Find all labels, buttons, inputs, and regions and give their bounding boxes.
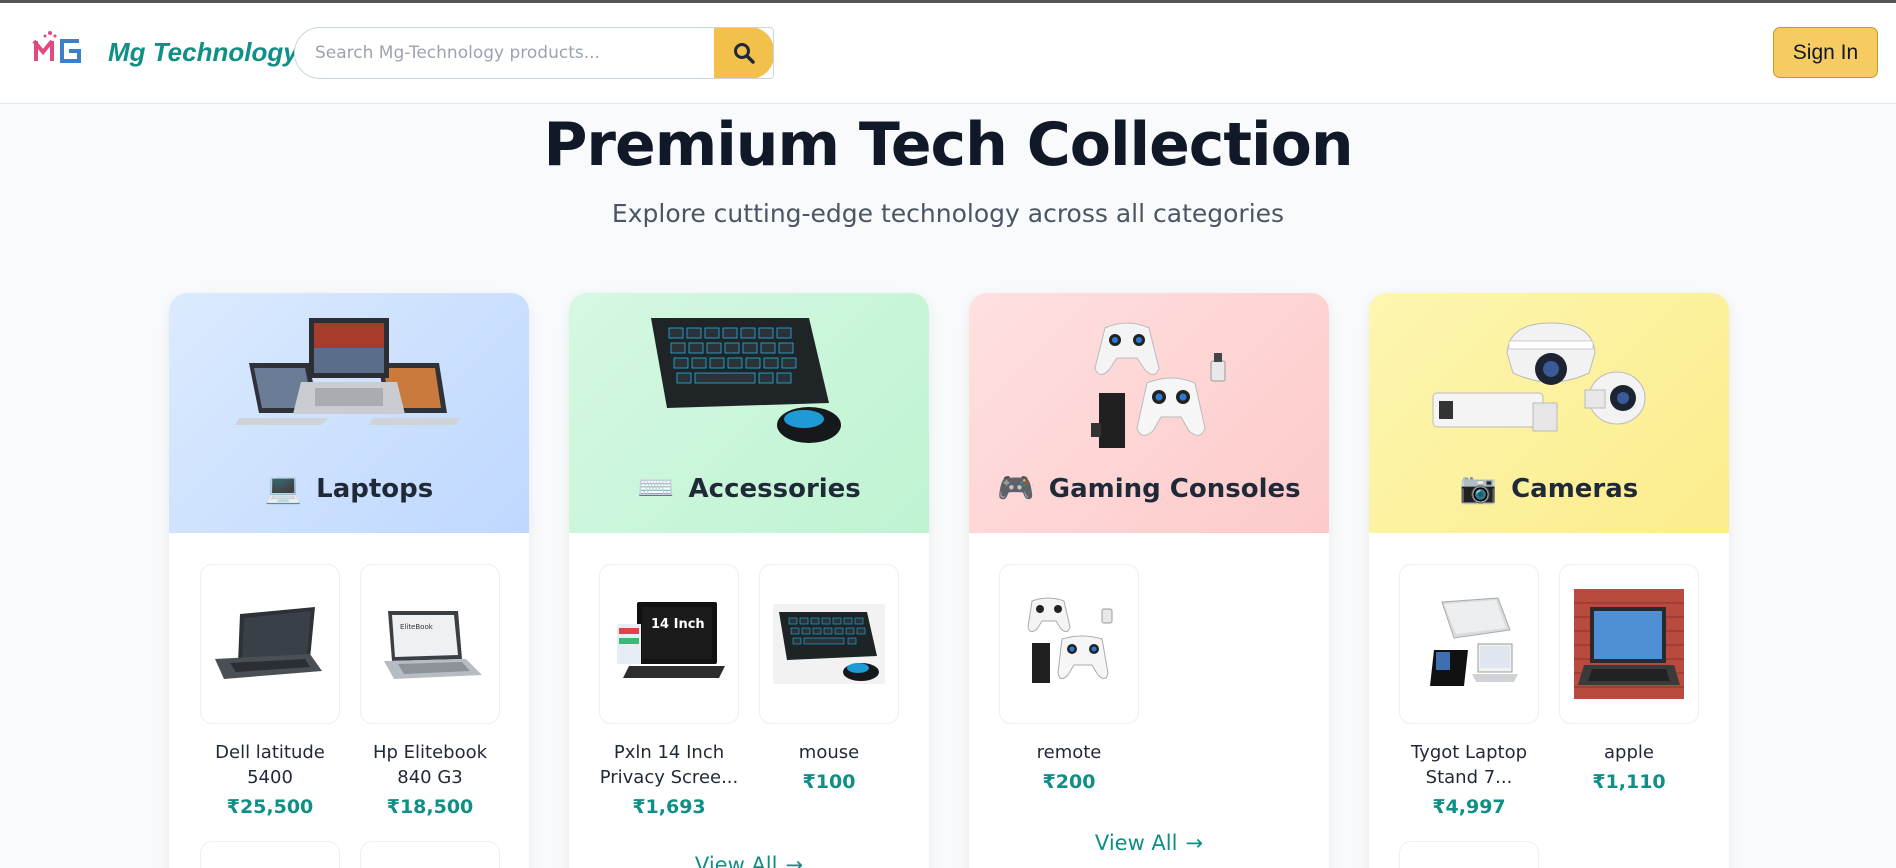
- camera-icon: 📷: [1459, 471, 1498, 506]
- category-label: Gaming Consoles: [1048, 473, 1301, 504]
- arrow-right-icon: →: [785, 853, 804, 868]
- category-title-accessories: ⌨️ Accessories: [569, 471, 929, 506]
- product-image[interactable]: [1399, 564, 1539, 724]
- controller-thumbnail: [1027, 597, 1113, 683]
- product-price: ₹4,997: [1432, 796, 1506, 818]
- product-card[interactable]: apple ₹1,110: [1559, 564, 1699, 793]
- category-card-laptops[interactable]: 💻 Laptops Dell latitude 5400 ₹25,500 Eli…: [169, 293, 529, 868]
- category-label: Laptops: [316, 473, 434, 504]
- product-name[interactable]: Tygot Laptop Stand 7...: [1399, 740, 1539, 790]
- logo-icon[interactable]: [32, 30, 84, 66]
- category-header-gaming-consoles[interactable]: 🎮 Gaming Consoles: [969, 293, 1329, 533]
- product-card-partial[interactable]: [200, 841, 340, 868]
- page-subtitle: Explore cutting-edge technology across a…: [611, 199, 1285, 228]
- category-title-gaming-consoles: 🎮 Gaming Consoles: [969, 471, 1329, 506]
- product-card[interactable]: Dell latitude 5400 ₹25,500: [200, 564, 340, 818]
- category-label: Cameras: [1511, 473, 1639, 504]
- laptop-thumbnail: [215, 607, 322, 679]
- search-icon: [734, 43, 755, 64]
- category-header-laptops[interactable]: 💻 Laptops: [169, 293, 529, 533]
- category-label: Accessories: [688, 473, 861, 504]
- product-image[interactable]: [999, 564, 1139, 724]
- product-image[interactable]: [200, 564, 340, 724]
- privacy-screen-label: 14 Inch: [651, 617, 705, 632]
- product-name[interactable]: apple: [1559, 740, 1699, 765]
- game-controller-icon: 🎮: [997, 471, 1035, 506]
- category-title-laptops: 💻 Laptops: [169, 471, 529, 506]
- category-card-accessories[interactable]: ⌨️ Accessories 14 Inch Pxln 14 Inch Priv…: [569, 293, 929, 868]
- view-all-link[interactable]: View All →: [569, 853, 929, 868]
- product-name[interactable]: remote: [999, 740, 1139, 765]
- privacy-screen-thumbnail: 14 Inch: [617, 602, 725, 678]
- product-name[interactable]: Dell latitude 5400: [200, 740, 340, 790]
- product-image[interactable]: 14 Inch: [599, 564, 739, 724]
- keyboard-mouse-thumbnail: [773, 604, 885, 684]
- search-button[interactable]: [714, 28, 773, 78]
- laptops-image: [235, 318, 461, 425]
- product-card[interactable]: Tygot Laptop Stand 7... ₹4,997: [1399, 564, 1539, 818]
- gaming-consoles-image: [1091, 322, 1226, 448]
- laptop-photo-thumbnail: [1574, 589, 1684, 699]
- laptop-stand-thumbnail: [1430, 597, 1518, 686]
- brand-name[interactable]: Mg Technology: [108, 37, 298, 68]
- view-all-link[interactable]: View All →: [969, 831, 1329, 855]
- arrow-right-icon: →: [1185, 831, 1204, 855]
- product-price: ₹200: [1042, 771, 1096, 793]
- product-card-partial[interactable]: [1399, 841, 1539, 868]
- category-header-cameras[interactable]: 📷 Cameras: [1369, 293, 1729, 533]
- search-bar: [294, 27, 774, 79]
- product-card[interactable]: mouse ₹100: [759, 564, 899, 793]
- laptop-icon: 💻: [264, 471, 303, 506]
- product-image[interactable]: EliteBook: [360, 564, 500, 724]
- category-title-cameras: 📷 Cameras: [1369, 471, 1729, 506]
- site-header: Mg Technology Sign In: [0, 3, 1896, 104]
- category-card-cameras[interactable]: 📷 Cameras Tygot Laptop Stand 7... ₹4,997: [1369, 293, 1729, 868]
- product-name[interactable]: Pxln 14 Inch Privacy Scree...: [599, 740, 739, 790]
- laptop-thumbnail: EliteBook: [384, 611, 482, 679]
- product-name[interactable]: mouse: [759, 740, 899, 765]
- product-image[interactable]: [1559, 564, 1699, 724]
- product-image[interactable]: [759, 564, 899, 724]
- view-all-label: View All: [1094, 831, 1178, 855]
- product-name[interactable]: Hp Elitebook 840 G3: [360, 740, 500, 790]
- sign-in-button[interactable]: Sign In: [1773, 27, 1878, 78]
- page-title: Premium Tech Collection: [543, 110, 1353, 180]
- product-card[interactable]: EliteBook Hp Elitebook 840 G3 ₹18,500: [360, 564, 500, 818]
- product-price: ₹1,693: [632, 796, 706, 818]
- category-card-gaming-consoles[interactable]: 🎮 Gaming Consoles remote ₹200 View All →: [969, 293, 1329, 868]
- keyboard-icon: ⌨️: [637, 471, 675, 506]
- product-card[interactable]: remote ₹200: [999, 564, 1139, 793]
- product-price: ₹25,500: [226, 796, 314, 818]
- accessories-image: [651, 318, 841, 443]
- category-header-accessories[interactable]: ⌨️ Accessories: [569, 293, 929, 533]
- product-price: ₹100: [802, 771, 856, 793]
- view-all-label: View All: [694, 853, 778, 868]
- svg-text:EliteBook: EliteBook: [400, 623, 434, 631]
- search-input[interactable]: [295, 28, 715, 78]
- cameras-image: [1432, 322, 1646, 432]
- product-price: ₹18,500: [386, 796, 474, 818]
- product-card-partial[interactable]: [360, 841, 500, 868]
- product-card[interactable]: 14 Inch Pxln 14 Inch Privacy Scree... ₹1…: [599, 564, 739, 818]
- product-price: ₹1,110: [1592, 771, 1666, 793]
